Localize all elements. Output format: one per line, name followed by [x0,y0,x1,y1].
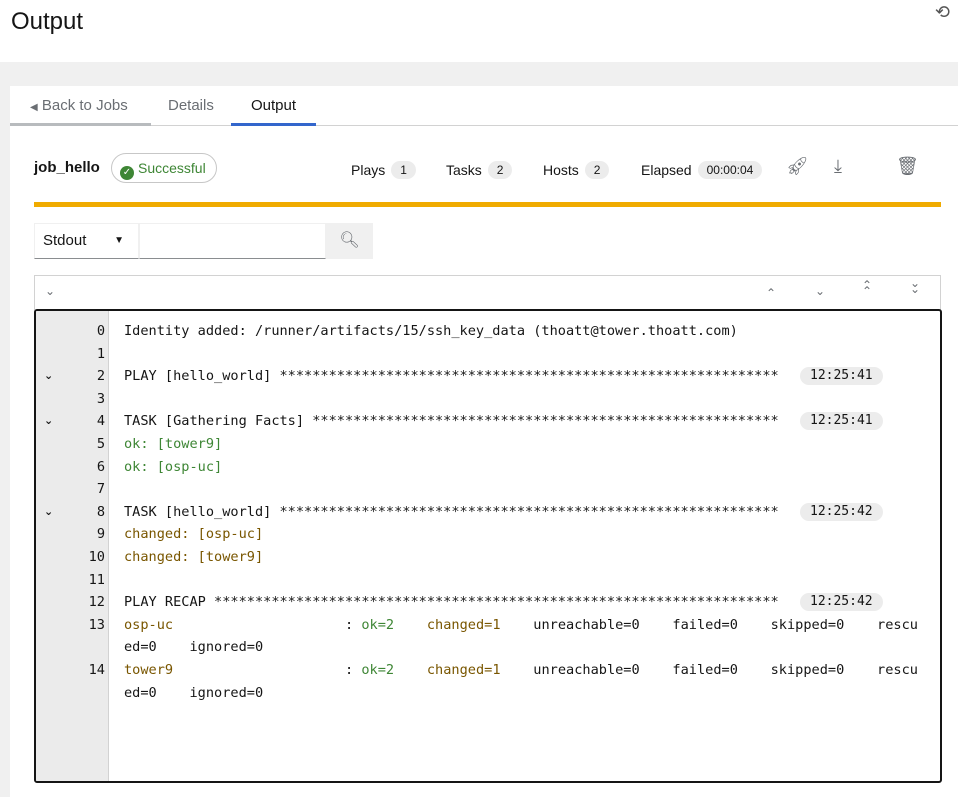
recap-ok: ok=2 [361,662,395,678]
job-output-pane[interactable]: 0 Identity added: /runner/artifacts/15/ss… [34,309,942,783]
line-text: ok: [tower9] [124,436,223,452]
plays-label: Plays [351,162,386,178]
stream-select-value: Stdout [43,232,87,249]
line-number: 4 [96,413,105,430]
hosts-label: Hosts [543,162,579,178]
check-circle-icon: ✓ [120,166,134,180]
status-label: Successful [138,160,206,176]
line-number: 2 [96,368,105,385]
hosts-stat: Hosts 2 [543,161,610,179]
timestamp-badge: 12:25:41 [800,367,883,386]
plays-stat: Plays 1 [351,161,416,179]
caret-down-icon: ▼ [114,235,124,246]
recap-changed: changed=1 [426,616,501,633]
tab-bar: ◀ Back to Jobs Details Output [10,86,958,126]
stream-select[interactable]: Stdout ▼ [34,223,139,259]
job-header: job_hello ✓ Successful Plays 1 Tasks 2 Host… [34,153,944,186]
timestamp-badge: 12:25:42 [800,593,883,612]
recap-host: tower9 [124,662,174,678]
history-icon[interactable]: ⟲ [935,2,950,23]
search-button[interactable]: 🔍︎ [326,223,373,259]
page-title: Output [11,8,84,35]
elapsed-time: 00:00:04 [697,161,763,179]
output-toolbar: ⌄ ⌃ ⌄ ⌃ ⌃ ⌄ ⌄ [34,275,941,310]
timestamp-badge: 12:25:41 [800,412,883,431]
recap-host: osp-uc [124,616,174,633]
line-number: 7 [96,481,105,498]
scroll-previous-button[interactable]: ⌃ [766,286,776,300]
line-number: 3 [96,390,105,407]
timestamp-badge: 12:25:42 [800,502,883,521]
expand-collapse-all-button[interactable]: ⌄ [45,284,55,298]
plays-count: 1 [391,161,416,179]
recap-changed: changed=1 [426,662,501,678]
line-number: 10 [88,549,105,565]
delete-trash-icon[interactable]: 🗑︎ [896,156,919,177]
scroll-next-button[interactable]: ⌄ [815,284,825,298]
line-text: osp-uc : ok=2 changed=1 unreachable=0 fa… [124,614,924,659]
search-input[interactable] [139,223,326,259]
line-number: 8 [96,503,105,520]
scroll-first-button[interactable]: ⌃ ⌃ [862,279,872,297]
output-filter: Stdout ▼ 🔍︎ [34,223,373,259]
line-number: 5 [96,436,105,452]
line-text: changed: [osp-uc] [124,526,264,543]
tasks-count: 2 [487,161,513,179]
line-number: 14 [88,662,105,678]
recap-separator: : [173,662,362,678]
line-text: ok: [osp-uc] [124,458,223,475]
tab-back-to-jobs[interactable]: ◀ Back to Jobs [10,86,151,126]
elapsed-stat: Elapsed 00:00:04 [641,161,763,179]
search-icon: 🔍︎ [339,232,360,249]
line-number: 0 [96,323,105,339]
job-card: ◀ Back to Jobs Details Output job_hello … [10,86,958,797]
job-name: job_hello [34,159,100,176]
line-text: tower9 : ok=2 changed=1 unreachable=0 fa… [124,659,924,704]
recap-separator: : [173,616,362,633]
tab-details[interactable]: Details [168,86,214,126]
page-header: Output ⟲ [0,0,958,62]
line-number: 12 [88,594,105,611]
hosts-count: 2 [584,161,610,179]
tab-output[interactable]: Output [231,86,316,126]
tasks-stat: Tasks 2 [446,161,513,179]
recap-ok: ok=2 [361,616,395,633]
status-badge: ✓ Successful [111,153,217,183]
download-icon[interactable]: ⤓ [834,156,842,177]
line-text: changed: [tower9] [124,549,264,565]
line-number: 1 [96,345,105,362]
progress-bar [34,202,941,207]
tab-label: Back to Jobs [41,97,128,114]
scroll-last-button[interactable]: ⌄ ⌄ [910,277,920,295]
relaunch-rocket-icon[interactable]: 🚀︎ [786,156,809,177]
line-number: 9 [96,526,105,543]
line-number: 13 [88,616,105,633]
caret-left-icon: ◀ [30,102,38,113]
line-number: 6 [96,458,105,475]
line-text: Identity added: /runner/artifacts/15/ssh… [124,323,738,339]
tasks-label: Tasks [446,162,482,178]
line-number: 11 [88,571,105,588]
elapsed-label: Elapsed [641,162,692,178]
